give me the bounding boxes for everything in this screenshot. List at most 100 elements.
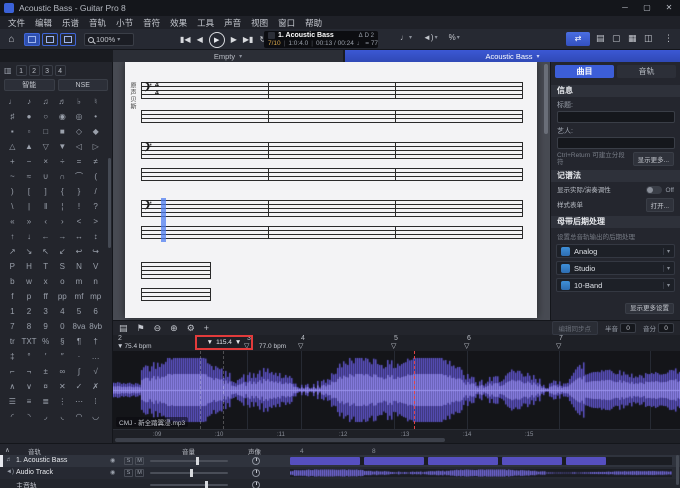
palette-icon[interactable]: ⁞	[87, 394, 104, 409]
sync-marker-icon[interactable]: ▽	[298, 342, 303, 350]
tab-staff[interactable]	[141, 288, 211, 301]
minimize-icon[interactable]: ─	[614, 0, 636, 16]
fretboard-icon[interactable]: ▦	[628, 33, 637, 44]
metronome-icon[interactable]: Δ	[359, 33, 363, 39]
palette-icon[interactable]: ♩	[4, 94, 21, 109]
palette-mode-button[interactable]: 智能	[4, 79, 55, 91]
palette-icon[interactable]: ″	[54, 349, 71, 364]
palette-icon[interactable]: S	[54, 259, 71, 274]
menu-item[interactable]: 窗口	[273, 17, 300, 29]
palette-icon[interactable]: ±	[37, 364, 54, 379]
palette-icon[interactable]: 2	[21, 304, 38, 319]
palette-icon[interactable]: ←	[37, 229, 54, 244]
maximize-icon[interactable]: ▢	[636, 0, 658, 16]
countin-value[interactable]: D 2	[365, 33, 374, 39]
palette-icon[interactable]: ◝	[21, 409, 38, 424]
palette-icon[interactable]: ⋯	[71, 394, 88, 409]
palette-icon[interactable]: ↪	[87, 244, 104, 259]
palette-icon[interactable]: P	[4, 259, 21, 274]
palette-icon[interactable]: ∧	[4, 379, 21, 394]
go-end-button[interactable]: ▶▮	[243, 35, 254, 44]
palette-icon[interactable]: ′	[37, 349, 54, 364]
menu-item[interactable]: 文件	[3, 17, 30, 29]
palette-icon[interactable]: ¬	[21, 364, 38, 379]
title-input[interactable]	[557, 111, 675, 123]
palette-icon[interactable]: ♮	[87, 94, 104, 109]
palette-icon[interactable]: ■	[54, 124, 71, 139]
tab-staff[interactable]	[141, 226, 523, 239]
palette-icon[interactable]: √	[87, 364, 104, 379]
gear-icon[interactable]: ⚙	[187, 322, 195, 335]
palette-icon[interactable]: ✗	[87, 379, 104, 394]
palette-icon[interactable]: ↖	[37, 244, 54, 259]
palette-icon[interactable]: ≡	[21, 394, 38, 409]
palette-icon[interactable]: ↔	[71, 229, 88, 244]
palette-icon[interactable]: ⌐	[4, 364, 21, 379]
palette-icon[interactable]: n	[87, 274, 104, 289]
pan-knob[interactable]	[252, 469, 260, 477]
speaker-button[interactable]: ◄)▾	[423, 33, 438, 42]
score-page[interactable]: 原声贝斯 44	[125, 62, 537, 318]
palette-icon[interactable]: 5	[71, 304, 88, 319]
menu-item[interactable]: 帮助	[300, 17, 327, 29]
palette-icon[interactable]: □	[37, 124, 54, 139]
palette-icon[interactable]: ◡	[87, 409, 104, 424]
track-timeline[interactable]	[290, 457, 672, 465]
palette-icon[interactable]: ×	[37, 154, 54, 169]
palette-icon[interactable]: 1	[4, 304, 21, 319]
palette-icon[interactable]: ◠	[71, 409, 88, 424]
palette-icon[interactable]: {	[54, 184, 71, 199]
palette-icon[interactable]: •	[87, 109, 104, 124]
mixer-scrollbar[interactable]	[676, 455, 679, 485]
palette-icon[interactable]: %	[37, 334, 54, 349]
palette-icon[interactable]: ‡	[4, 349, 21, 364]
palette-icon[interactable]: ♪	[21, 94, 38, 109]
palette-icon[interactable]: ↕	[87, 229, 104, 244]
zoom-out-icon[interactable]: ⊖	[154, 322, 162, 335]
palette-icon[interactable]: =	[71, 154, 88, 169]
palette-icon[interactable]: ▷	[87, 139, 104, 154]
palette-icon[interactable]: ↩	[71, 244, 88, 259]
palette-icon[interactable]: ≠	[87, 154, 104, 169]
track-timeline[interactable]	[290, 469, 672, 477]
palette-icon[interactable]: ⋮	[54, 394, 71, 409]
palette-icon[interactable]: b	[4, 274, 21, 289]
audio-track-icon[interactable]: ▤	[119, 322, 128, 335]
palette-icon[interactable]: pp	[54, 289, 71, 304]
palette-icon[interactable]: −	[21, 154, 38, 169]
palette-icon[interactable]: «	[4, 214, 21, 229]
palette-icon[interactable]: m	[71, 274, 88, 289]
speed-button[interactable]: %▾	[449, 33, 460, 42]
horizontal-scrollbar[interactable]	[115, 438, 445, 442]
tempo-marker-left[interactable]: ▼ 75.4 bpm	[117, 343, 152, 350]
palette-icon[interactable]: ∪	[37, 169, 54, 184]
palette-icon[interactable]: ]	[37, 184, 54, 199]
palette-icon[interactable]: \	[4, 199, 21, 214]
view-page-button[interactable]	[24, 33, 40, 46]
palette-icon[interactable]: ≣	[37, 394, 54, 409]
tab-acoustic-bass[interactable]: Acoustic Bass ▾	[345, 50, 680, 62]
palette-icon[interactable]: ⌒	[71, 169, 88, 184]
palette-icon[interactable]: mf	[71, 289, 88, 304]
palette-icon[interactable]: ◎	[71, 109, 88, 124]
mute-button[interactable]: M	[135, 469, 144, 477]
palette-icon[interactable]: ♭	[71, 94, 88, 109]
more-options-icon[interactable]: ⋮	[664, 33, 673, 44]
palette-icon[interactable]: ¤	[37, 379, 54, 394]
palette-icon[interactable]: (	[87, 169, 104, 184]
volume-fader[interactable]	[150, 472, 228, 474]
mastering-preset-row[interactable]: Studio ▾	[556, 261, 675, 275]
mastering-preset-row[interactable]: Analog ▾	[556, 244, 675, 258]
palette-icon[interactable]: ♫	[37, 94, 54, 109]
palette-icon[interactable]: 6	[87, 304, 104, 319]
staff-system[interactable]	[141, 82, 523, 99]
palette-icon[interactable]: ↘	[21, 244, 38, 259]
palette-icon[interactable]: w	[21, 274, 38, 289]
palette-icon[interactable]: V	[87, 259, 104, 274]
volume-fader[interactable]	[150, 460, 228, 462]
chevron-down-icon[interactable]: ▾	[663, 282, 670, 289]
palette-icon[interactable]: ‖	[37, 199, 54, 214]
palette-icon[interactable]: ?	[87, 199, 104, 214]
palette-icon[interactable]: ☰	[4, 394, 21, 409]
staff-system[interactable]	[141, 262, 211, 279]
